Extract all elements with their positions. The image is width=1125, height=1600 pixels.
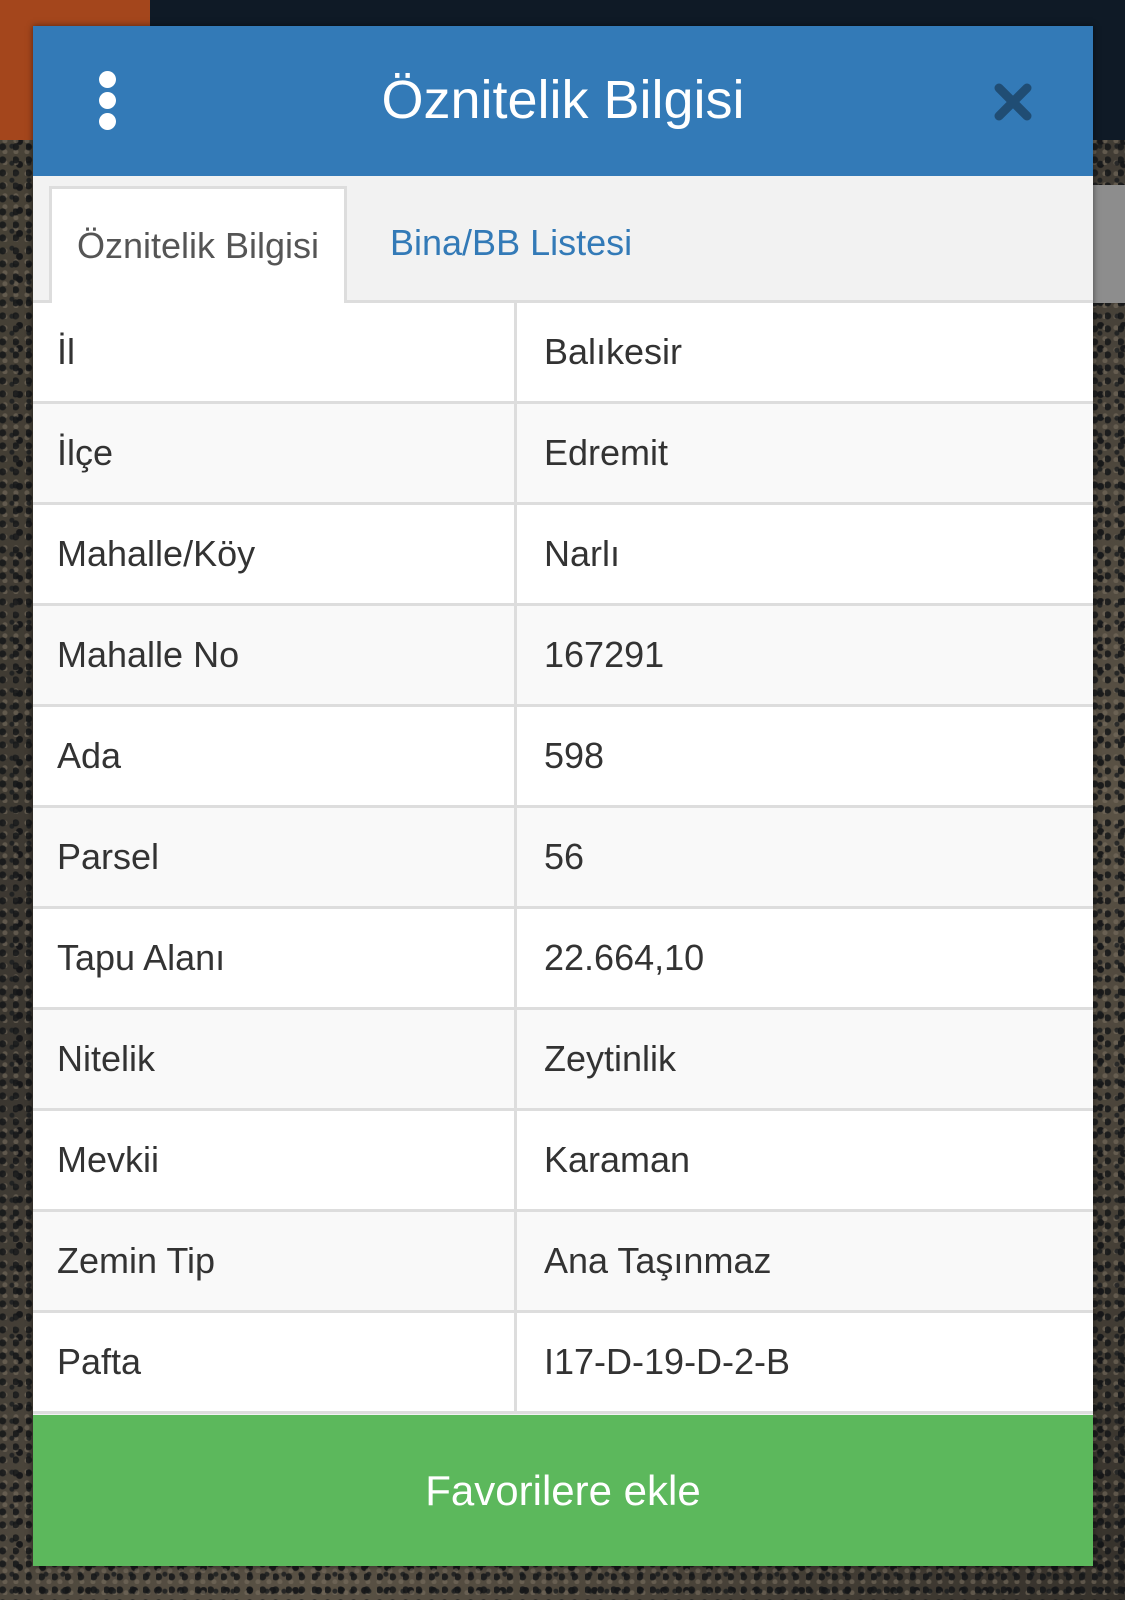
attribute-key: Tapu Alanı	[33, 909, 517, 1007]
attribute-value: 167291	[544, 634, 665, 675]
table-row: İl Balıkesir	[33, 303, 1093, 404]
tab-attribute-info[interactable]: Öznitelik Bilgisi	[49, 186, 347, 306]
attribute-key: Mahalle/Köy	[33, 505, 517, 603]
attribute-value: Ana Taşınmaz	[544, 1240, 772, 1281]
attribute-key: Pafta	[33, 1313, 517, 1411]
attribute-key: İlçe	[33, 404, 517, 502]
attribute-value: Balıkesir	[544, 331, 683, 372]
table-row: Pafta I17-D-19-D-2-B	[33, 1313, 1093, 1414]
attribute-key: Mahalle No	[33, 606, 517, 704]
attribute-key: İl	[33, 303, 517, 401]
table-row: Mahalle/Köy Narlı	[33, 505, 1093, 606]
attribute-table: İl Balıkesir İlçe Edremit Mahalle/Köy Na…	[33, 303, 1093, 1414]
attribute-key: Parsel	[33, 808, 517, 906]
attribute-value: 22.664,10	[544, 937, 705, 978]
attribute-value: 598	[544, 735, 605, 776]
attribute-value: 56	[544, 836, 585, 877]
table-row: Zemin Tip Ana Taşınmaz	[33, 1212, 1093, 1313]
table-row: Nitelik Zeytinlik	[33, 1010, 1093, 1111]
attribute-key: Nitelik	[33, 1010, 517, 1108]
attribute-info-dialog: Öznitelik Bilgisi Öznitelik Bilgisi Bina…	[33, 26, 1093, 1566]
close-icon[interactable]	[991, 80, 1035, 124]
attribute-key: Ada	[33, 707, 517, 805]
background-scrollbar[interactable]	[1092, 185, 1125, 303]
attribute-value: Karaman	[544, 1139, 691, 1180]
attribute-value: Narlı	[544, 533, 621, 574]
attribute-key: Mevkii	[33, 1111, 517, 1209]
dialog-header: Öznitelik Bilgisi	[33, 26, 1093, 176]
table-row: Mevkii Karaman	[33, 1111, 1093, 1212]
attribute-key: Zemin Tip	[33, 1212, 517, 1310]
table-row: İlçe Edremit	[33, 404, 1093, 505]
table-row: Parsel 56	[33, 808, 1093, 909]
table-row: Mahalle No 167291	[33, 606, 1093, 707]
tab-building-list[interactable]: Bina/BB Listesi	[378, 186, 644, 300]
tab-bar: Öznitelik Bilgisi Bina/BB Listesi	[33, 176, 1093, 306]
table-row: Tapu Alanı 22.664,10	[33, 909, 1093, 1010]
add-to-favorites-button[interactable]: Favorilere ekle	[33, 1415, 1093, 1566]
table-row: Ada 598	[33, 707, 1093, 808]
dialog-title: Öznitelik Bilgisi	[381, 70, 745, 130]
attribute-value: Edremit	[544, 432, 669, 473]
attribute-value: Zeytinlik	[544, 1038, 677, 1079]
attribute-value: I17-D-19-D-2-B	[544, 1341, 791, 1382]
